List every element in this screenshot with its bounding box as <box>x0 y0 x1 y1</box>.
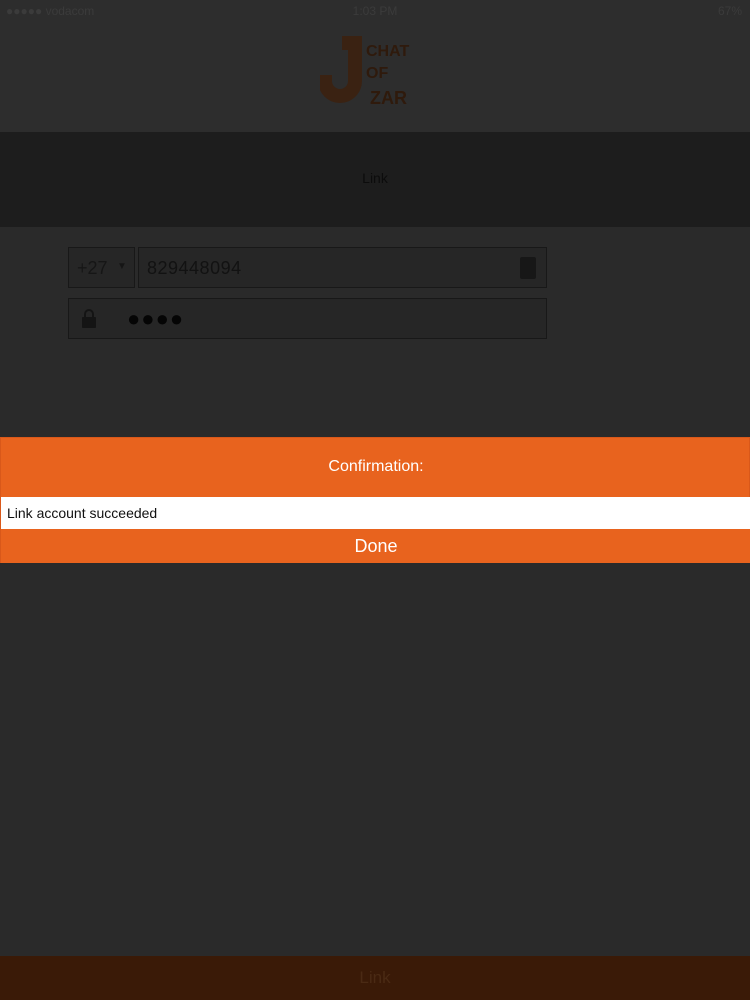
page-title: Link <box>362 170 388 186</box>
link-form: +27 ▼ 829448094 ●●●● <box>0 227 750 1000</box>
confirmation-dialog: Confirmation: Link account succeeded Don… <box>0 437 750 563</box>
chevron-down-icon: ▼ <box>117 261 127 272</box>
phone-number-value: 829448094 <box>147 258 242 278</box>
phone-number-input[interactable]: 829448094 <box>138 247 547 288</box>
country-code-select[interactable]: +27 ▼ <box>68 247 135 288</box>
link-button[interactable]: Link <box>0 956 750 1000</box>
dialog-message: Link account succeeded <box>7 505 158 521</box>
logo-text-line-1: CHAT <box>366 43 409 60</box>
lock-icon <box>82 309 96 328</box>
navigation-bar: Link <box>0 132 750 227</box>
dialog-message-box: Link account succeeded <box>1 497 750 529</box>
battery-label: 67% <box>717 4 742 18</box>
logo-text-line-2: OF <box>366 65 388 82</box>
password-input[interactable]: ●●●● <box>68 298 547 339</box>
logo-text-line-3: ZAR <box>370 88 407 108</box>
country-code-value: +27 <box>77 258 108 278</box>
password-mask: ●●●● <box>127 306 185 331</box>
done-button[interactable]: Done <box>1 529 750 563</box>
dialog-title: Confirmation: <box>328 458 424 475</box>
clock-label: 1:03 PM <box>352 4 398 18</box>
app-header: CHAT OF ZAR <box>0 22 750 132</box>
contact-book-icon[interactable] <box>520 257 536 279</box>
status-bar: ●●●●● vodacom 1:03 PM 67% <box>0 0 750 22</box>
app-logo: CHAT OF ZAR <box>320 36 409 108</box>
